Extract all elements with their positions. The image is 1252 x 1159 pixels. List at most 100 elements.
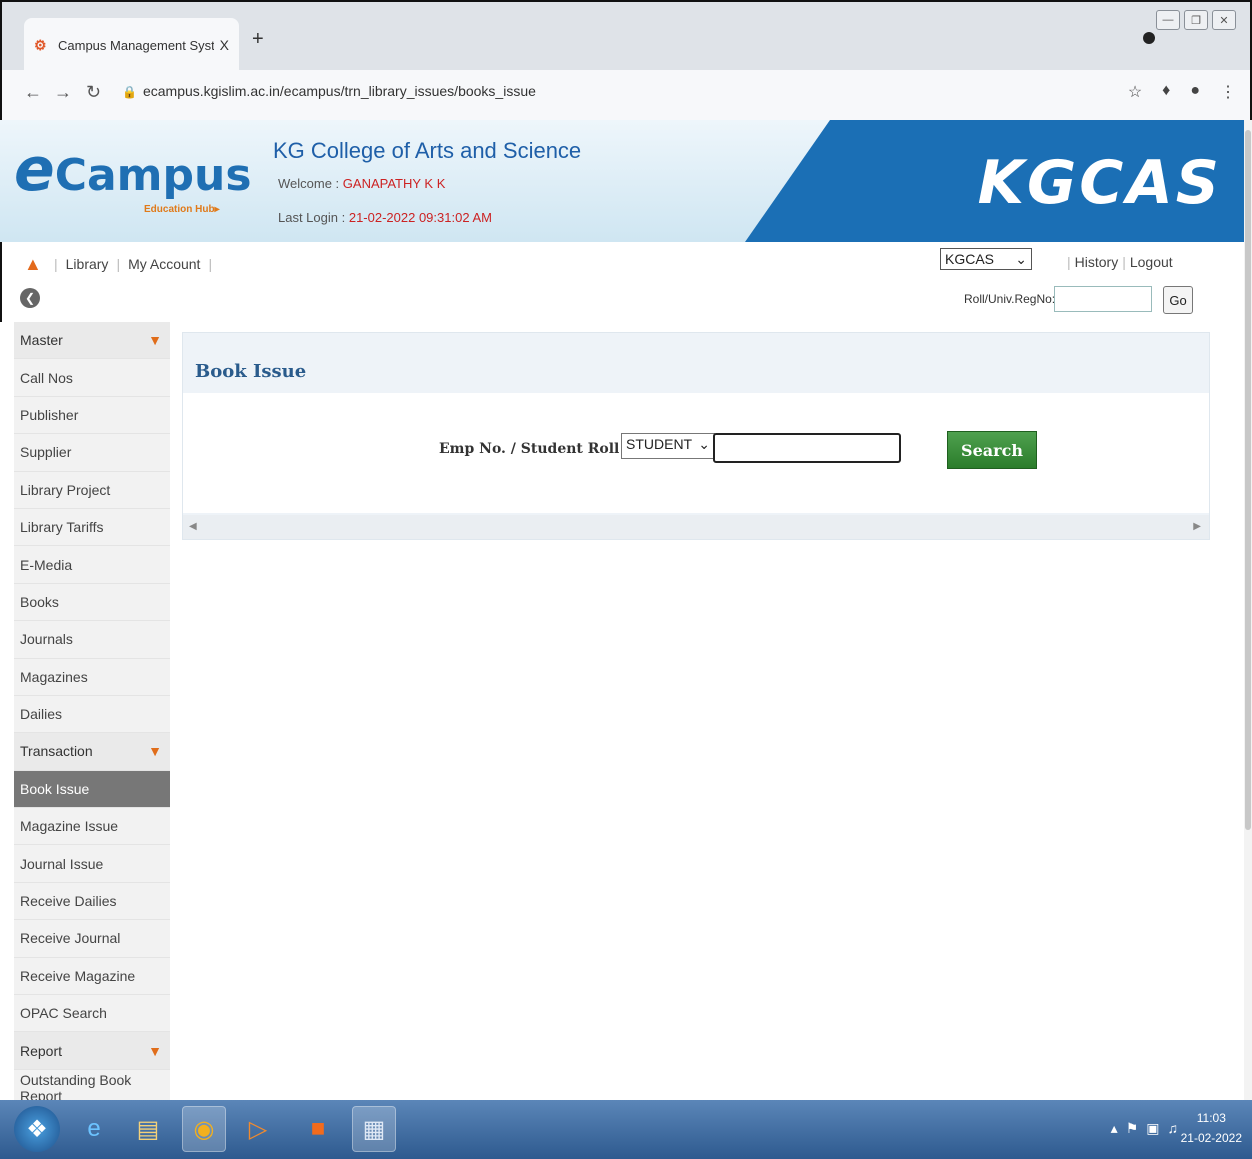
section-title: Report [20,1042,63,1059]
sidebar-item-publisher[interactable]: Publisher [14,396,170,435]
sidebar-item-call-nos[interactable]: Call Nos [14,359,170,397]
vertical-scrollbar[interactable] [1244,120,1252,1100]
file-explorer-icon[interactable]: ▤ [126,1106,170,1152]
lock-icon: 🔒 [122,85,137,99]
scroll-right-icon[interactable]: ▶ [1193,521,1201,532]
scrollbar-thumb[interactable] [1245,130,1251,830]
member-type-value: STUDENT [626,436,693,452]
internet-explorer-icon[interactable]: e [72,1106,116,1152]
network-icon[interactable]: ▣ [1146,1120,1159,1137]
url-text: ecampus.kgislim.ac.in/ecampus/trn_librar… [142,83,536,99]
back-circle-icon[interactable]: ❮ [20,288,40,308]
history-link[interactable]: History [1075,254,1119,270]
forward-arrow-icon[interactable]: → [54,82,72,103]
sidebar-item-book-issue[interactable]: Book Issue [14,770,170,809]
close-window-icon[interactable]: ✕ [1212,10,1236,30]
sidebar-item-supplier[interactable]: Supplier [14,434,170,472]
browser-tab[interactable]: ⚙ Campus Management System 3. X [24,18,239,72]
office-app-icon[interactable]: ■ [296,1106,340,1152]
collapse-arrow-icon: ▼ [148,332,162,349]
tab-close-icon[interactable]: X [220,37,229,53]
clock-time: 11:03 [1196,1111,1226,1125]
logout-link[interactable]: Logout [1130,254,1173,270]
back-arrow-icon[interactable]: ← [24,82,42,103]
last-login-value: 21-02-2022 09:31:02 AM [348,210,492,225]
nav-link-my-account[interactable]: My Account [128,256,200,272]
url-field[interactable]: 🔒 ecampus.kgislim.ac.in/ecampus/trn_libra… [122,83,536,99]
book-issue-panel: Book Issue Emp No. / Student Roll No. : … [182,332,1210,540]
section-title: Transaction [20,743,93,760]
site-favicon-icon: ⚙ [34,37,47,53]
system-tray: ▴ ⚑ ▣ ♫ [1111,1120,1178,1137]
institution-select[interactable]: KGCAS ⌄ [940,248,1032,270]
welcome-label: Welcome : [278,176,340,191]
sidebar-item-library-tariffs[interactable]: Library Tariffs [14,508,170,547]
menu-icon[interactable]: ⋮ [1220,82,1236,102]
roll-regno-label: Roll/Univ.RegNo: [964,292,1056,306]
volume-icon[interactable]: ♫ [1168,1120,1179,1137]
scroll-left-icon[interactable]: ◀ [189,521,197,532]
logo-tagline: Education Hub▸ [144,204,220,215]
sidebar-item-receive-magazine[interactable]: Receive Magazine [14,957,170,996]
sidebar-item-receive-journal[interactable]: Receive Journal [14,920,170,958]
sidebar-item-books[interactable]: Books [14,583,170,622]
chevron-down-icon: ⌄ [698,436,710,452]
word-document-icon[interactable]: ▦ [352,1106,396,1152]
last-login-label: Last Login : [278,210,346,225]
start-button[interactable]: ❖ [14,1106,60,1152]
nav-link-library[interactable]: Library [66,256,109,272]
home-icon[interactable]: ▲ [24,254,42,274]
horizontal-scrollbar[interactable]: ◀ ▶ [183,515,1209,539]
chrome-icon[interactable]: ◉ [182,1106,226,1152]
search-button[interactable]: Search [947,431,1037,469]
go-button[interactable]: Go [1163,286,1193,314]
restore-icon[interactable]: ❐ [1184,10,1208,30]
minimize-icon[interactable]: — [1156,10,1180,30]
ecampus-logo[interactable]: eCampus Education Hub▸ [14,140,252,215]
institution-select-value: KGCAS [945,251,995,267]
tab-title: Campus Management System 3. [58,37,214,53]
logo-e-letter: e [14,135,55,205]
sidebar-section-report[interactable]: Report ▼ [14,1032,170,1070]
welcome-user: GANAPATHY K K [342,176,446,191]
extensions-icon[interactable]: ♦ [1162,82,1170,102]
window-controls: — ❐ ✕ [1156,10,1236,30]
browser-tabbar: ⚙ Campus Management System 3. X + — ❐ ✕ [0,0,1252,72]
roll-number-input[interactable] [713,433,901,463]
new-tab-button[interactable]: + [252,28,264,51]
site-header: eCampus Education Hub▸ KG College of Art… [0,120,1252,242]
kgcas-brand-logo: KGCAS [977,148,1222,218]
sidebar-item-journals[interactable]: Journals [14,621,170,659]
section-title: Master [20,332,63,349]
welcome-line: Welcome : GANAPATHY K K [278,176,445,191]
flag-icon[interactable]: ⚑ [1126,1120,1139,1137]
media-app-icon[interactable]: ▷ [236,1106,280,1152]
profile-icon[interactable] [1143,32,1155,44]
address-bar: ← → ↻ 🔒 ecampus.kgislim.ac.in/ecampus/trn… [0,70,1252,120]
college-name: KG College of Arts and Science [273,138,582,163]
sidebar-menu: Master ▼ Call Nos Publisher Supplier Libr… [14,322,170,1108]
sidebar-item-receive-dailies[interactable]: Receive Dailies [14,882,170,921]
clock-date: 21-02-2022 [1180,1131,1242,1145]
emp-roll-label-text: Emp No. / Student Roll No. [439,441,651,457]
tray-arrow-icon[interactable]: ▴ [1111,1120,1118,1137]
sidebar-item-e-media[interactable]: E-Media [14,546,170,584]
member-type-select[interactable]: STUDENT ⌄ [621,433,715,459]
sidebar-section-master[interactable]: Master ▼ [14,322,170,360]
reload-icon[interactable]: ↻ [86,82,101,103]
sidebar-item-magazines[interactable]: Magazines [14,658,170,696]
chevron-down-icon: ⌄ [1015,250,1027,267]
top-navigation: ▲ | Library | My Account | ❮ KGCAS ⌄ | H… [0,242,1252,322]
clock[interactable]: 11:03 21-02-2022 [1181,1108,1242,1148]
last-login-line: Last Login : 21-02-2022 09:31:02 AM [278,210,492,225]
roll-regno-input[interactable] [1054,286,1152,312]
nav-links: | Library | My Account | [54,256,213,272]
sidebar-item-dailies[interactable]: Dailies [14,695,170,734]
account-icon[interactable]: ● [1190,82,1200,102]
sidebar-item-opac-search[interactable]: OPAC Search [14,995,170,1033]
sidebar-item-journal-issue[interactable]: Journal Issue [14,845,170,883]
sidebar-section-transaction[interactable]: Transaction ▼ [14,733,170,771]
sidebar-item-magazine-issue[interactable]: Magazine Issue [14,808,170,846]
bookmark-star-icon[interactable]: ☆ [1128,82,1142,102]
sidebar-item-library-project[interactable]: Library Project [14,471,170,509]
